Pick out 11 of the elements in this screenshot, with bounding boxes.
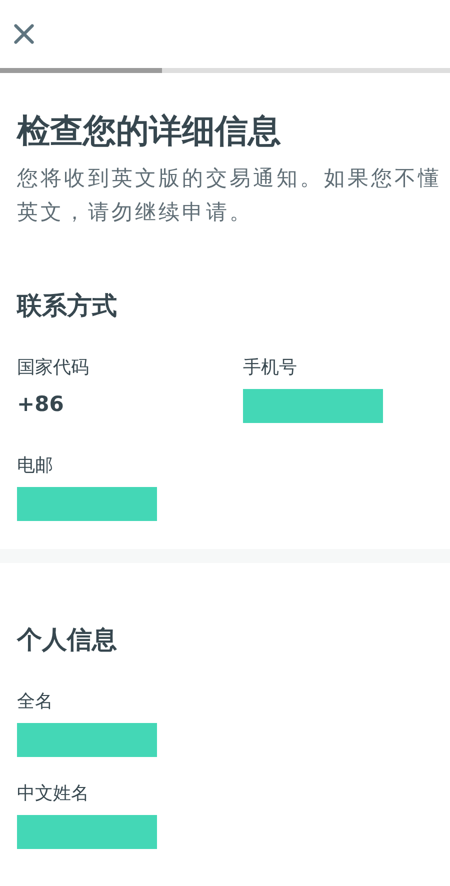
page-title: 检查您的详细信息 bbox=[17, 110, 282, 152]
close-icon[interactable] bbox=[13, 23, 35, 45]
field-label: 国家代码 bbox=[17, 356, 89, 380]
field-label: 电邮 bbox=[17, 454, 53, 478]
field-label: 全名 bbox=[17, 690, 53, 714]
section-heading: 个人信息 bbox=[17, 624, 118, 656]
field-label: 手机号 bbox=[243, 356, 297, 380]
subtitle-text: 您将收到英文版的交易通知。如果您不懂英文，请勿继续申请。 bbox=[17, 165, 443, 226]
section-heading: 联系方式 bbox=[17, 290, 118, 322]
field-label: 中文姓名 bbox=[17, 782, 89, 806]
field-value: +86 bbox=[17, 391, 64, 418]
